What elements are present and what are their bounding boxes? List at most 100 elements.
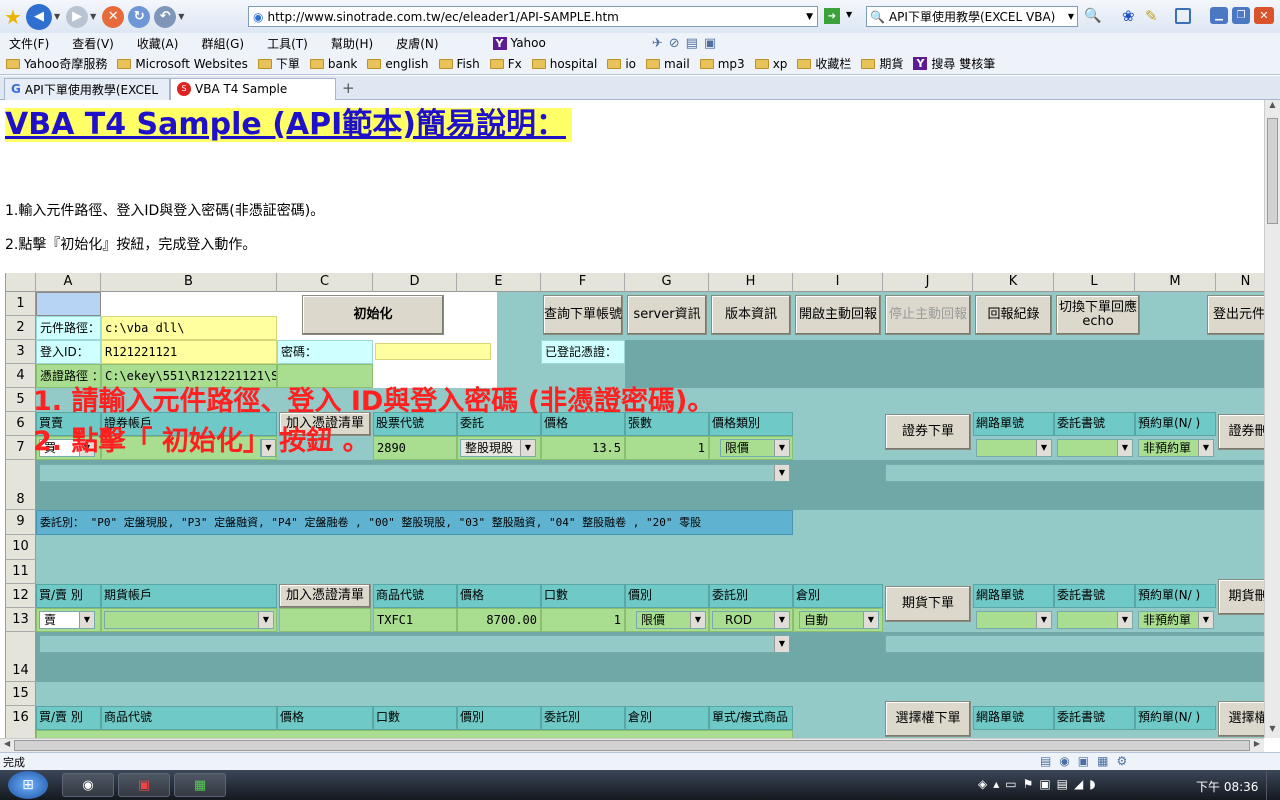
horizontal-scrollbar[interactable]: ◀ ▶	[0, 738, 1264, 752]
stop-icon[interactable]: ✕	[102, 5, 125, 28]
start-orb-icon[interactable]: ⊞	[8, 771, 48, 799]
futures-code-cell[interactable]: TXFC1	[373, 608, 457, 632]
options-delete-button[interactable]: 選擇權	[1218, 701, 1264, 737]
tab-vba-sample[interactable]: S VBA T4 Sample	[170, 77, 336, 100]
options-order-button[interactable]: 選擇權下單	[885, 701, 971, 737]
search-dropdown-icon[interactable]: ▼	[1065, 12, 1077, 21]
futures-price-cell[interactable]: 8700.00	[457, 608, 541, 632]
fav-item[interactable]: 收藏栏	[797, 55, 851, 72]
futures-reservation-select[interactable]: 非預約單 ▼	[1138, 611, 1214, 629]
chevron-down-icon[interactable]: ▼	[690, 612, 705, 628]
futures-add-cert-button[interactable]: 加入憑證清單	[279, 584, 371, 608]
col-header-m[interactable]: M	[1135, 273, 1216, 292]
scroll-up-icon[interactable]: ▲	[1265, 100, 1280, 114]
restore-icon[interactable]: ❐	[1232, 7, 1250, 24]
col-header-f[interactable]: F	[541, 273, 625, 292]
report-record-button[interactable]: 回報紀錄	[975, 295, 1052, 335]
undo-icon[interactable]: ↶	[154, 5, 177, 28]
futures-side-select[interactable]: 賣 ▼	[39, 611, 95, 629]
menu-view[interactable]: 查看(V)	[72, 35, 114, 52]
new-tab-icon[interactable]: +	[342, 79, 355, 97]
col-header-a[interactable]: A	[36, 273, 101, 292]
row-header[interactable]: 2	[6, 316, 36, 340]
futures-order-type-select[interactable]: ROD ▼	[712, 611, 790, 629]
fav-item[interactable]: bank	[309, 57, 357, 71]
vertical-scroll-thumb[interactable]	[1267, 118, 1278, 224]
row-header[interactable]: 12	[6, 584, 36, 608]
menu-group[interactable]: 群組(G)	[201, 35, 244, 52]
start-report-button[interactable]: 開啟主動回報	[795, 295, 881, 335]
row-header[interactable]: 10	[6, 535, 36, 560]
password-input[interactable]	[375, 343, 491, 360]
order-type-select[interactable]: 整股現股 ▼	[460, 439, 536, 457]
address-bar[interactable]: ◉ http://www.sinotrade.com.tw/ec/eleader…	[248, 6, 818, 27]
chevron-down-icon[interactable]: ▼	[1117, 440, 1132, 456]
sheet-corner[interactable]	[6, 273, 36, 292]
path-value[interactable]: c:\vba dll\	[101, 316, 277, 340]
forward-dropdown-icon[interactable]: ▼	[90, 12, 96, 21]
row-header[interactable]: 15	[6, 682, 36, 706]
net-order-no-select[interactable]: ▼	[976, 439, 1052, 457]
go-icon[interactable]: ➜	[824, 8, 840, 24]
row-header[interactable]: 3	[6, 340, 36, 364]
col-header-k[interactable]: K	[973, 273, 1054, 292]
price-cell[interactable]: 13.5	[541, 436, 625, 460]
futures-doc-no-select[interactable]: ▼	[1057, 611, 1133, 629]
fav-item[interactable]: mail	[646, 57, 690, 71]
pen-icon[interactable]: ✎	[1145, 7, 1158, 25]
switch-echo-button[interactable]: 切換下單回應 echo	[1056, 295, 1140, 335]
server-info-button[interactable]: server資訊	[627, 295, 707, 335]
row-header[interactable]: 9	[6, 510, 36, 535]
fav-item[interactable]: hospital	[531, 57, 597, 71]
menu-file[interactable]: 文件(F)	[9, 35, 49, 52]
col-header-e[interactable]: E	[457, 273, 541, 292]
futures-delete-button[interactable]: 期貨刪	[1218, 579, 1264, 615]
chevron-down-icon[interactable]: ▼	[1036, 612, 1051, 628]
quantity-cell[interactable]: 1	[625, 436, 709, 460]
options-input-row[interactable]	[36, 730, 793, 738]
chevron-down-icon[interactable]: ▼	[1198, 440, 1213, 456]
fav-item[interactable]: Fish	[438, 57, 480, 71]
row-header[interactable]: 11	[6, 560, 36, 584]
stop-report-button[interactable]: 停止主動回報	[885, 295, 971, 335]
stock-code-cell[interactable]: 2890	[373, 436, 457, 460]
minimize-icon[interactable]: ▁	[1210, 7, 1228, 24]
fav-item[interactable]: xp	[754, 57, 787, 71]
login-id-value[interactable]: R121221121	[101, 340, 277, 364]
scroll-down-icon[interactable]: ▼	[1265, 724, 1280, 738]
fav-item[interactable]: Microsoft Websites	[117, 57, 248, 71]
back-dropdown-icon[interactable]: ▼	[54, 12, 60, 21]
col-header-j[interactable]: J	[883, 273, 973, 292]
go-dropdown-icon[interactable]: ▼	[846, 10, 852, 19]
query-account-button[interactable]: 查詢下單帳號	[543, 295, 623, 335]
taskbar-excel-icon[interactable]: ▦	[174, 773, 226, 797]
row-header[interactable]: 1	[6, 292, 36, 316]
futures-order-button[interactable]: 期貨下單	[885, 586, 971, 622]
chevron-down-icon[interactable]: ▼	[774, 465, 789, 481]
chevron-down-icon[interactable]: ▼	[863, 612, 878, 628]
scroll-right-icon[interactable]: ▶	[1254, 739, 1260, 748]
futures-response-select[interactable]: ▼	[39, 635, 790, 653]
menu-tools[interactable]: 工具(T)	[267, 35, 308, 52]
search-input[interactable]: API下單使用教學(EXCEL VBA)	[885, 8, 1065, 25]
chevron-down-icon[interactable]: ▼	[774, 636, 789, 652]
menu-favorites[interactable]: 收藏(A)	[137, 35, 179, 52]
back-icon[interactable]: ◀	[25, 3, 52, 30]
chevron-down-icon[interactable]: ▼	[1036, 440, 1051, 456]
futures-position-select[interactable]: 自動 ▼	[799, 611, 879, 629]
yahoo-link[interactable]: Yahoo	[511, 36, 546, 50]
col-header-d[interactable]: D	[373, 273, 457, 292]
futures-cert-cell[interactable]	[279, 608, 371, 632]
initialize-button[interactable]: 初始化	[302, 295, 444, 335]
order-doc-no-select[interactable]: ▼	[1057, 439, 1133, 457]
row-header[interactable]: 6	[6, 412, 36, 436]
cert-path-value[interactable]: C:\ekey\551\R121221121\S	[101, 364, 277, 388]
fav-item[interactable]: english	[367, 57, 429, 71]
fav-item[interactable]: 期貨	[861, 55, 903, 72]
futures-qty-cell[interactable]: 1	[541, 608, 625, 632]
toolbar-plugin-icons[interactable]: ✈⊘▤▣	[652, 36, 722, 51]
stock-delete-button[interactable]: 證券刪	[1218, 414, 1264, 450]
col-header-c[interactable]: C	[277, 273, 373, 292]
tab-api-tutorial[interactable]: G API下單使用教學(EXCEL	[4, 77, 170, 100]
chevron-down-icon[interactable]: ▼	[774, 440, 789, 456]
